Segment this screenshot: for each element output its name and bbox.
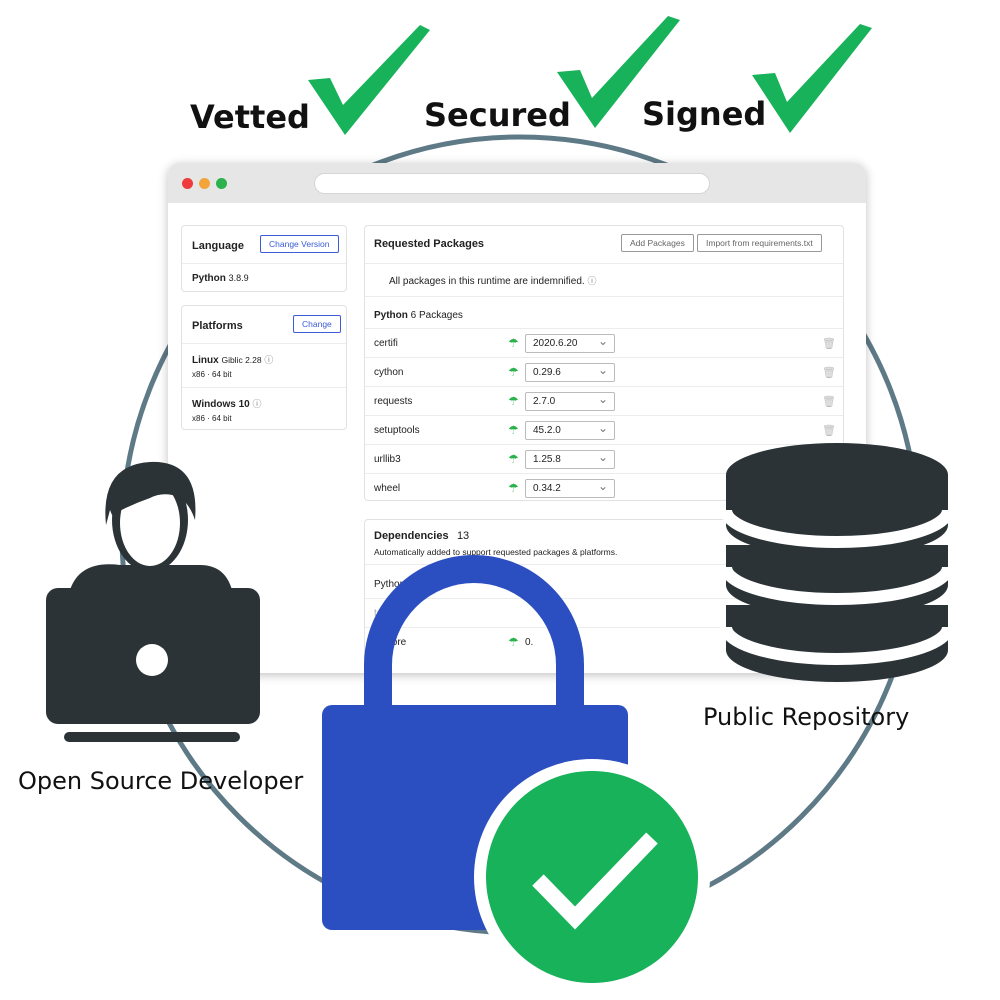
verified-check-icon [486,771,698,983]
lock-icon [322,555,710,995]
